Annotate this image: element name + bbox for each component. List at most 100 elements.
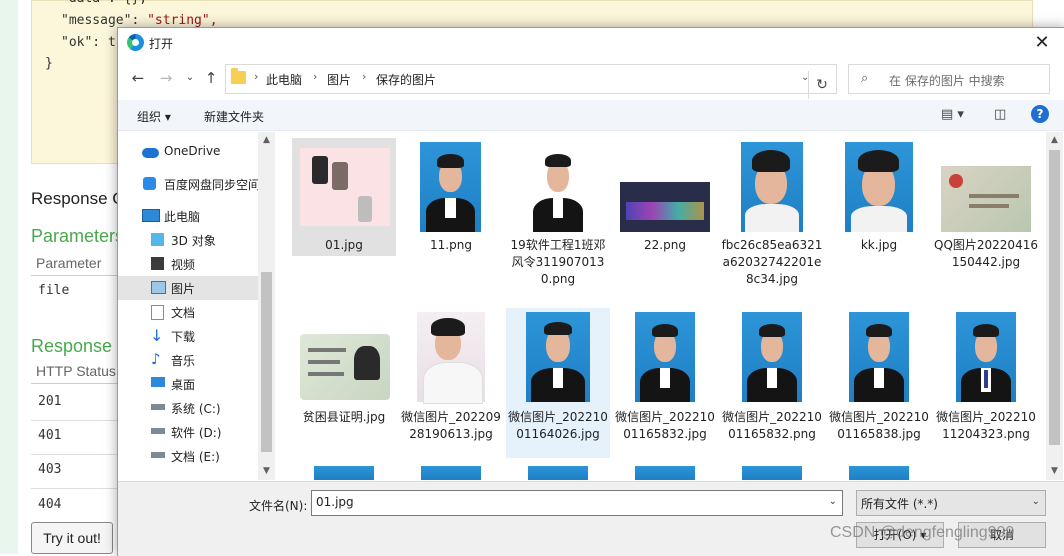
file-grid: 01.jpg 11.png 19软件工程1班邓风令3119070130.png [278,132,1046,480]
file-item-wechat-20220928-jpg[interactable]: 微信图片_20220928190613.jpg [399,308,503,441]
file-thumbnail [420,142,481,232]
file-item-01-jpg[interactable]: 01.jpg [292,138,396,256]
file-thumbnail-partial[interactable] [528,466,588,480]
page-left-stripe [0,0,18,554]
status-code: 403 [38,462,62,477]
download-icon: ↓ [150,326,164,345]
sidebar-item-3d-objects[interactable]: 3D 对象 [118,228,258,252]
file-grid-scrollbar[interactable]: ▲ ▼ [1046,132,1063,480]
recent-locations-chevron-icon[interactable]: ⌄ [180,68,200,88]
file-name: 微信图片_20221001165832.jpg [615,410,715,441]
row-divider [31,454,121,455]
file-thumbnail [849,312,909,402]
forward-arrow-icon[interactable]: → [156,68,176,88]
filename-dropdown-icon[interactable]: ⌄ [829,496,837,507]
file-name: 微信图片_20221001165832.png [722,410,822,441]
drive-e-icon [151,452,165,458]
search-box[interactable]: ⌕ 在 保存的图片 中搜索 [848,64,1050,94]
sidebar-item-downloads[interactable]: ↓ 下载 [118,324,258,348]
music-icon: ♪ [151,350,161,368]
edge-browser-icon [127,34,144,51]
file-name: fbc26c85ea6321a62032742201e8c34.jpg [721,238,823,286]
navigation-scrollbar[interactable]: ▲ ▼ [258,132,275,480]
computer-icon [142,209,160,222]
sidebar-item-baidu[interactable]: 百度网盘同步空间 [118,172,260,196]
file-thumbnail-partial[interactable] [849,466,909,480]
new-folder-button[interactable]: 新建文件夹 [204,108,264,125]
sidebar-item-music[interactable]: ♪ 音乐 [118,348,258,372]
breadcrumb-pictures[interactable]: 图片 [327,71,351,88]
search-placeholder: 在 保存的图片 中搜索 [889,74,1005,88]
file-item-wechat-20221001165832-png[interactable]: 微信图片_20221001165832.png [720,308,824,458]
sidebar-item-drive-e[interactable]: 文档 (E:) [118,444,258,468]
file-name: 22.png [644,238,686,252]
sidebar-item-drive-c[interactable]: 系统 (C:) [118,396,258,420]
file-thumbnail [526,312,590,402]
sidebar-item-label: 视频 [171,258,196,272]
status-code: 404 [38,497,62,512]
file-item-poverty-proof-jpg[interactable]: 贫困县证明.jpg [292,308,396,434]
file-item-wechat-20221001164026-jpg[interactable]: 微信图片_20221001164026.jpg [506,308,610,458]
sidebar-item-label: 音乐 [171,354,196,368]
file-thumbnail-partial[interactable] [421,466,481,480]
sidebar-item-desktop[interactable]: 桌面 [118,372,258,396]
file-name: kk.jpg [860,238,898,252]
file-thumbnail-partial[interactable] [314,466,374,480]
up-arrow-icon[interactable]: ↑ [201,68,221,88]
preview-pane-icon[interactable]: ◫ [994,107,1006,122]
filename-value: 01.jpg [316,495,354,509]
breadcrumb-saved-pictures[interactable]: 保存的图片 [376,71,436,88]
breadcrumb-separator-icon: › [254,70,259,83]
sidebar-item-pictures[interactable]: 图片 [118,276,258,300]
scroll-up-icon[interactable]: ▲ [1046,132,1063,149]
navigation-pane: OneDrive 百度网盘同步空间 此电脑 3D 对象 视频 图片 文档 ↓ 下 [118,132,260,480]
help-icon[interactable]: ? [1031,105,1049,123]
desktop-icon [151,377,165,387]
drive-c-icon [151,404,165,410]
code-line: "ok": tr [61,35,124,50]
file-name: 微信图片_20221001164026.jpg [508,410,608,441]
sidebar-item-label: 文档 [171,306,196,320]
scroll-thumb[interactable] [1049,150,1060,445]
file-item-qq-jpg[interactable]: QQ图片20220416150442.jpg [934,138,1038,288]
breadcrumb-this-pc[interactable]: 此电脑 [266,71,302,88]
sidebar-item-drive-d[interactable]: 软件 (D:) [118,420,258,444]
file-item-wechat-20221001165832-jpg[interactable]: 微信图片_20221001165832.jpg [613,308,717,458]
file-item-22-png[interactable]: 22.png [613,138,717,256]
file-item-wechat-20221011204323-png[interactable]: 微信图片_20221011204323.png [934,308,1038,458]
sidebar-item-this-pc[interactable]: 此电脑 [118,204,258,228]
address-bar[interactable]: › 此电脑 › 图片 › 保存的图片 ⌄ ↻ [225,64,837,99]
sidebar-item-onedrive[interactable]: OneDrive [118,140,258,164]
sidebar-item-label: 软件 (D:) [171,426,222,440]
file-name: 微信图片_20221001165838.jpg [829,410,929,441]
sidebar-item-documents[interactable]: 文档 [118,300,258,324]
file-name: 贫困县证明.jpg [302,410,386,424]
title-bar: 打开 ✕ [118,28,1064,58]
back-arrow-icon[interactable]: ← [128,68,148,88]
file-thumbnail [300,148,390,226]
file-thumbnail-partial[interactable] [635,466,695,480]
filename-input[interactable]: 01.jpg ⌄ [311,490,843,516]
file-name: 19软件工程1班邓风令3119070130.png [510,238,606,286]
view-options-icon[interactable]: ▤ ▾ [941,107,964,122]
sidebar-item-label: 下载 [171,330,196,344]
file-item-fbc26-jpg[interactable]: fbc26c85ea6321a62032742201e8c34.jpg [720,138,824,288]
file-item-19-png[interactable]: 19软件工程1班邓风令3119070130.png [506,138,610,308]
refresh-icon[interactable]: ↻ [808,71,835,99]
file-thumbnail-partial[interactable] [742,466,802,480]
file-item-kk-jpg[interactable]: kk.jpg [827,138,931,256]
scroll-thumb[interactable] [261,272,272,452]
scroll-down-icon[interactable]: ▼ [258,463,275,480]
response-messages-heading: Response I [31,336,123,356]
file-type-select[interactable]: 所有文件 (*.*) ⌄ [856,490,1046,516]
close-button[interactable]: ✕ [1019,28,1064,58]
file-name: 微信图片_20220928190613.jpg [401,410,501,441]
sidebar-item-video[interactable]: 视频 [118,252,258,276]
response-heading: Response C [31,189,125,208]
file-item-11-png[interactable]: 11.png [399,138,503,256]
organize-menu[interactable]: 组织 ▾ [137,108,171,125]
scroll-down-icon[interactable]: ▼ [1046,463,1063,480]
file-item-wechat-20221001165838-jpg[interactable]: 微信图片_20221001165838.jpg [827,308,931,458]
try-it-out-button[interactable]: Try it out! [31,522,113,554]
scroll-up-icon[interactable]: ▲ [258,132,275,149]
